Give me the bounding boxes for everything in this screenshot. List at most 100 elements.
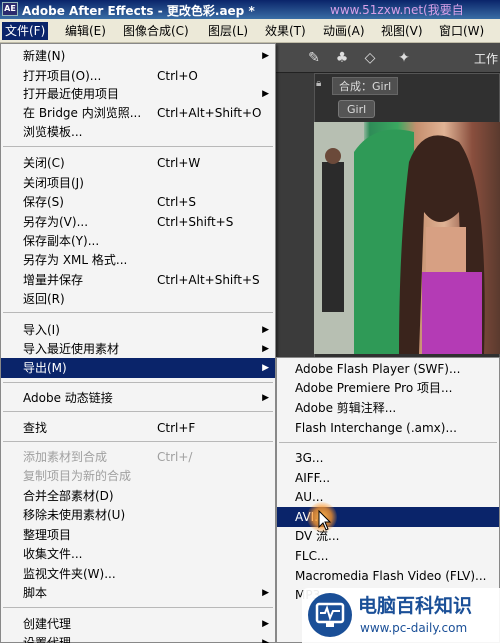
menu-item-increment-save[interactable]: 增量并保存 Ctrl+Alt+Shift+S	[1, 270, 275, 290]
menu-separator	[3, 441, 273, 442]
menu-item-label: Adobe Flash Player (SWF)...	[295, 362, 461, 376]
menu-window[interactable]: 窗口(W)	[436, 22, 487, 40]
export-item-premiere-project[interactable]: Adobe Premiere Pro 项目...	[277, 378, 499, 398]
menu-item-label: 导入(I)	[23, 323, 60, 337]
menu-item-scripts[interactable]: 脚本 ▶	[1, 583, 275, 603]
logo-url-text: www.pc-daily.com	[360, 621, 468, 635]
stamp-icon[interactable]: ♣	[333, 49, 351, 67]
menu-separator	[3, 607, 273, 608]
menu-separator	[3, 411, 273, 412]
composition-viewer[interactable]	[314, 122, 500, 354]
menu-edit[interactable]: 编辑(E)	[62, 22, 109, 40]
mouse-pointer-icon	[318, 510, 332, 531]
menu-item-shortcut: Ctrl+Alt+Shift+S	[157, 273, 260, 287]
menu-item-dynamic-link[interactable]: Adobe 动态链接 ▶	[1, 388, 275, 408]
menu-item-shortcut: Ctrl+Alt+Shift+O	[157, 106, 262, 120]
tools-panel: ✎ ♣ ◇ ✦	[275, 43, 500, 73]
menu-item-label: Macromedia Flash Video (FLV)...	[295, 569, 487, 583]
menu-item-open-recent[interactable]: 打开最近使用项目 ▶	[1, 84, 275, 104]
menu-item-collect-files[interactable]: 收集文件...	[1, 544, 275, 564]
logo-brand-text: 电脑百科知识	[358, 595, 473, 617]
menu-item-shortcut: Ctrl+Shift+S	[157, 215, 234, 229]
menu-item-label: 关闭(C)	[23, 156, 65, 170]
menu-item-remove-unused-footage[interactable]: 移除未使用素材(U)	[1, 505, 275, 525]
menu-item-browse-bridge[interactable]: 在 Bridge 内浏览照... Ctrl+Alt+Shift+O	[1, 103, 275, 123]
menu-item-consolidate-footage[interactable]: 合并全部素材(D)	[1, 486, 275, 506]
menu-composition[interactable]: 图像合成(C)	[120, 22, 192, 40]
export-item-dv-stream[interactable]: DV 流...	[277, 526, 499, 546]
menu-item-save-as[interactable]: 另存为(V)... Ctrl+Shift+S	[1, 212, 275, 232]
workspace-label[interactable]: 工作	[474, 50, 498, 67]
menu-separator	[3, 382, 273, 383]
menu-effect[interactable]: 效果(T)	[262, 22, 309, 40]
menu-item-add-footage-to-comp: 添加素材到合成 Ctrl+/	[1, 447, 275, 467]
menu-item-label: 整理项目	[23, 528, 72, 542]
menu-item-open-project[interactable]: 打开项目(O)... Ctrl+O	[1, 66, 275, 86]
menu-item-shortcut: Ctrl+O	[157, 69, 198, 83]
menu-item-label: 增量并保存	[23, 273, 84, 287]
menu-item-set-proxy[interactable]: 设置代理 ▶	[1, 633, 275, 643]
menu-view[interactable]: 视图(V)	[378, 22, 426, 40]
menu-item-label: AIFF...	[295, 471, 331, 485]
brush-icon[interactable]: ✎	[305, 49, 323, 67]
menu-bar: 文件(F) 编辑(E) 图像合成(C) 图层(L) 效果(T) 动画(A) 视图…	[0, 19, 500, 43]
menu-item-label: 设置代理	[23, 636, 72, 643]
menu-item-save[interactable]: 保存(S) Ctrl+S	[1, 192, 275, 212]
submenu-arrow-icon: ▶	[262, 393, 269, 403]
menu-item-browse-templates[interactable]: 浏览模板...	[1, 122, 275, 142]
export-item-clip-notes[interactable]: Adobe 剪辑注释...	[277, 398, 499, 418]
menu-item-save-copy[interactable]: 保存副本(Y)...	[1, 231, 275, 251]
export-item-flash-interchange[interactable]: Flash Interchange (.amx)...	[277, 418, 499, 438]
menu-item-label: 另存为(V)...	[23, 215, 89, 229]
menu-separator	[3, 146, 273, 147]
menu-item-save-as-xml[interactable]: 另存为 XML 格式...	[1, 250, 275, 270]
menu-separator	[279, 442, 497, 443]
eraser-icon[interactable]: ◇	[361, 49, 379, 67]
submenu-arrow-icon: ▶	[262, 363, 269, 373]
menu-item-label: 保存副本(Y)...	[23, 234, 100, 248]
menu-item-revert[interactable]: 返回(R)	[1, 289, 275, 309]
menu-item-label: 保存(S)	[23, 195, 64, 209]
menu-item-create-proxy[interactable]: 创建代理 ▶	[1, 614, 275, 634]
menu-item-close-project[interactable]: 关闭项目(J)	[1, 173, 275, 193]
menu-item-export[interactable]: 导出(M) ▶	[1, 358, 275, 378]
file-menu: 新建(N) ▶ 打开项目(O)... Ctrl+O 打开最近使用项目 ▶ 在 B…	[0, 43, 276, 643]
menu-item-label: 监视文件夹(W)...	[23, 567, 116, 581]
submenu-arrow-icon: ▶	[262, 619, 269, 629]
menu-item-shortcut: Ctrl+/	[157, 450, 193, 464]
menu-item-label: FLC...	[295, 549, 329, 563]
menu-item-import-recent[interactable]: 导入最近使用素材 ▶	[1, 339, 275, 359]
menu-item-new[interactable]: 新建(N) ▶	[1, 46, 275, 66]
menu-item-import[interactable]: 导入(I) ▶	[1, 320, 275, 340]
menu-item-label: 返回(R)	[23, 292, 65, 306]
export-item-aiff[interactable]: AIFF...	[277, 468, 499, 488]
menu-item-label: Adobe 剪辑注释...	[295, 401, 397, 415]
lock-icon[interactable]: 🔒︎	[316, 78, 326, 92]
export-item-flc[interactable]: FLC...	[277, 546, 499, 566]
composition-tab[interactable]: 合成：Girl	[332, 77, 399, 95]
submenu-arrow-icon: ▶	[262, 51, 269, 61]
window-title: Adobe After Effects - 更改色彩.aep *	[22, 4, 255, 18]
menu-item-shortcut: Ctrl+S	[157, 195, 197, 209]
submenu-arrow-icon: ▶	[262, 638, 269, 643]
menu-item-label: 复制项目为新的合成	[23, 469, 132, 483]
composition-name-button[interactable]: Girl	[338, 100, 376, 118]
menu-item-label: 导入最近使用素材	[23, 342, 120, 356]
menu-item-label: 打开项目(O)...	[23, 69, 102, 83]
menu-item-shortcut: Ctrl+F	[157, 421, 196, 435]
menu-item-watch-folder[interactable]: 监视文件夹(W)...	[1, 564, 275, 584]
menu-item-close[interactable]: 关闭(C) Ctrl+W	[1, 153, 275, 173]
menu-file[interactable]: 文件(F)	[2, 22, 49, 40]
submenu-arrow-icon: ▶	[262, 89, 269, 99]
export-item-au[interactable]: AU...	[277, 487, 499, 507]
puppet-pin-icon[interactable]: ✦	[395, 49, 413, 67]
menu-animation[interactable]: 动画(A)	[320, 22, 368, 40]
menu-item-find[interactable]: 查找 Ctrl+F	[1, 418, 275, 438]
menu-layer[interactable]: 图层(L)	[205, 22, 251, 40]
export-item-flv[interactable]: Macromedia Flash Video (FLV)...	[277, 566, 499, 586]
export-item-swf[interactable]: Adobe Flash Player (SWF)...	[277, 359, 499, 379]
menu-item-reduce-project[interactable]: 整理项目	[1, 525, 275, 545]
menu-item-label: 关闭项目(J)	[23, 176, 84, 190]
menu-item-label: 在 Bridge 内浏览照...	[23, 106, 142, 120]
export-item-3g[interactable]: 3G...	[277, 448, 499, 468]
